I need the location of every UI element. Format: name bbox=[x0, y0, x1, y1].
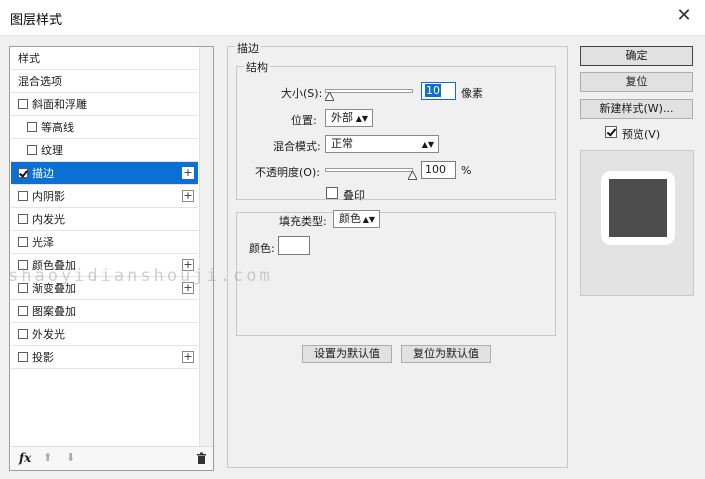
position-value: 外部 bbox=[331, 111, 353, 124]
list-item[interactable]: 纹理 bbox=[11, 139, 198, 162]
preview-fill bbox=[609, 179, 667, 237]
overprint-label: 叠印 bbox=[343, 189, 365, 202]
new-style-button[interactable]: 新建样式(W)... bbox=[580, 99, 693, 119]
list-item[interactable]: 混合选项 bbox=[11, 70, 198, 93]
list-item-label: 外发光 bbox=[32, 328, 65, 341]
style-checkbox[interactable] bbox=[27, 122, 37, 132]
list-item[interactable]: 图案叠加 bbox=[11, 300, 198, 323]
updown-icon: ▲▼ bbox=[421, 140, 434, 149]
list-item-label: 颜色叠加 bbox=[32, 259, 76, 272]
updown-icon: ▲▼ bbox=[355, 114, 368, 123]
style-checkbox[interactable] bbox=[18, 329, 28, 339]
list-item-label: 斜面和浮雕 bbox=[32, 98, 87, 111]
style-checkbox[interactable] bbox=[18, 168, 28, 178]
list-item[interactable]: 等高线 bbox=[11, 116, 198, 139]
position-select[interactable]: 外部 ▲▼ bbox=[325, 109, 373, 127]
size-input[interactable]: 10 bbox=[421, 82, 456, 100]
preview-area bbox=[580, 150, 694, 296]
add-icon[interactable]: + bbox=[182, 282, 194, 294]
opacity-slider[interactable] bbox=[325, 168, 418, 180]
blend-mode-label: 混合模式: bbox=[273, 140, 321, 153]
stroke-panel: 描边 结构 大小(S): 10 像素 位置: 外部 ▲▼ 混合模式: 正常 ▲▼ 不… bbox=[227, 40, 568, 468]
color-label: 颜色: bbox=[249, 242, 275, 255]
blend-mode-select[interactable]: 正常 ▲▼ bbox=[325, 135, 439, 153]
fill-type-group: 填充类型: 颜色 ▲▼ 颜色: bbox=[236, 210, 556, 336]
title-bar: 图层样式 ✕ bbox=[0, 0, 705, 36]
list-item[interactable]: 渐变叠加 + bbox=[11, 277, 198, 300]
blend-mode-value: 正常 bbox=[331, 137, 353, 150]
list-item[interactable]: 外发光 bbox=[11, 323, 198, 346]
opacity-slider-thumb[interactable] bbox=[407, 169, 418, 180]
fill-type-value: 颜色 bbox=[339, 212, 361, 225]
list-item-label: 渐变叠加 bbox=[32, 282, 76, 295]
set-default-button[interactable]: 设置为默认值 bbox=[302, 345, 392, 363]
move-up-icon[interactable]: ⬆ bbox=[43, 452, 54, 464]
close-icon[interactable]: ✕ bbox=[675, 7, 693, 25]
list-item-label: 纹理 bbox=[41, 144, 63, 157]
size-value: 10 bbox=[425, 84, 441, 97]
size-unit: 像素 bbox=[461, 87, 483, 100]
preview-thumbnail bbox=[601, 171, 675, 245]
list-scrollbar[interactable] bbox=[199, 47, 213, 447]
list-item-label: 投影 bbox=[32, 351, 54, 364]
overprint-checkbox[interactable] bbox=[326, 187, 338, 199]
list-item[interactable]: 斜面和浮雕 bbox=[11, 93, 198, 116]
trash-icon[interactable] bbox=[196, 452, 207, 464]
add-icon[interactable]: + bbox=[182, 190, 194, 202]
opacity-input[interactable]: 100 bbox=[421, 161, 456, 179]
list-item-label: 光泽 bbox=[32, 236, 54, 249]
list-item-label: 内阴影 bbox=[32, 190, 65, 203]
list-footer: fx ⬆ ⬇ bbox=[11, 446, 213, 470]
reset-default-button[interactable]: 复位为默认值 bbox=[401, 345, 491, 363]
structure-group: 结构 大小(S): 10 像素 位置: 外部 ▲▼ 混合模式: 正常 ▲▼ 不透明度… bbox=[236, 59, 556, 202]
layer-style-dialog: 样式 混合选项 斜面和浮雕 等高线 纹理 描边 + 内阴影 + 内发光 光泽 颜色叠加 + 渐变叠加 + 图案… bbox=[0, 36, 705, 479]
preview-label: 预览(V) bbox=[622, 128, 661, 141]
add-icon[interactable]: + bbox=[182, 351, 194, 363]
style-checkbox[interactable] bbox=[18, 191, 28, 201]
list-item[interactable]: 内发光 bbox=[11, 208, 198, 231]
list-item-label: 内发光 bbox=[32, 213, 65, 226]
fx-icon[interactable]: fx bbox=[19, 451, 31, 465]
position-label: 位置: bbox=[291, 114, 317, 127]
fill-type-label: 填充类型: bbox=[277, 213, 329, 229]
style-checkbox[interactable] bbox=[18, 306, 28, 316]
style-checkbox[interactable] bbox=[18, 99, 28, 109]
color-swatch[interactable] bbox=[278, 236, 310, 255]
stroke-group-title: 描边 bbox=[235, 40, 261, 56]
size-slider[interactable] bbox=[323, 89, 413, 101]
updown-icon: ▲▼ bbox=[362, 215, 375, 224]
preview-checkbox[interactable] bbox=[605, 126, 617, 138]
style-checkbox[interactable] bbox=[18, 352, 28, 362]
style-checkbox[interactable] bbox=[18, 260, 28, 270]
list-item-label: 等高线 bbox=[41, 121, 74, 134]
style-checkbox[interactable] bbox=[18, 237, 28, 247]
list-item-label: 图案叠加 bbox=[32, 305, 76, 318]
opacity-label: 不透明度(O): bbox=[255, 166, 320, 179]
reset-button[interactable]: 复位 bbox=[580, 72, 693, 92]
size-slider-thumb[interactable] bbox=[323, 90, 335, 101]
list-item[interactable]: 描边 + bbox=[11, 162, 198, 185]
ok-button[interactable]: 确定 bbox=[580, 46, 693, 66]
add-icon[interactable]: + bbox=[182, 259, 194, 271]
opacity-unit: % bbox=[461, 164, 472, 177]
size-label: 大小(S): bbox=[281, 87, 323, 100]
list-item-label: 样式 bbox=[18, 52, 40, 65]
style-list: 样式混合选项斜面和浮雕等高线纹理描边 + 内阴影 + 内发光光泽颜色叠加 + 渐变叠加 + 图案… bbox=[9, 46, 214, 471]
list-item-label: 描边 bbox=[32, 167, 54, 180]
window-title: 图层样式 bbox=[10, 13, 63, 28]
fill-type-select[interactable]: 颜色 ▲▼ bbox=[333, 210, 380, 228]
list-item[interactable]: 内阴影 + bbox=[11, 185, 198, 208]
style-checkbox[interactable] bbox=[18, 214, 28, 224]
style-checkbox[interactable] bbox=[27, 145, 37, 155]
list-item-label: 混合选项 bbox=[18, 75, 62, 88]
structure-title: 结构 bbox=[244, 59, 270, 75]
move-down-icon[interactable]: ⬇ bbox=[66, 452, 77, 464]
style-checkbox[interactable] bbox=[18, 283, 28, 293]
list-item[interactable]: 投影 + bbox=[11, 346, 198, 369]
add-icon[interactable]: + bbox=[182, 167, 194, 179]
list-item[interactable]: 光泽 bbox=[11, 231, 198, 254]
list-item[interactable]: 样式 bbox=[11, 47, 198, 70]
list-item[interactable]: 颜色叠加 + bbox=[11, 254, 198, 277]
